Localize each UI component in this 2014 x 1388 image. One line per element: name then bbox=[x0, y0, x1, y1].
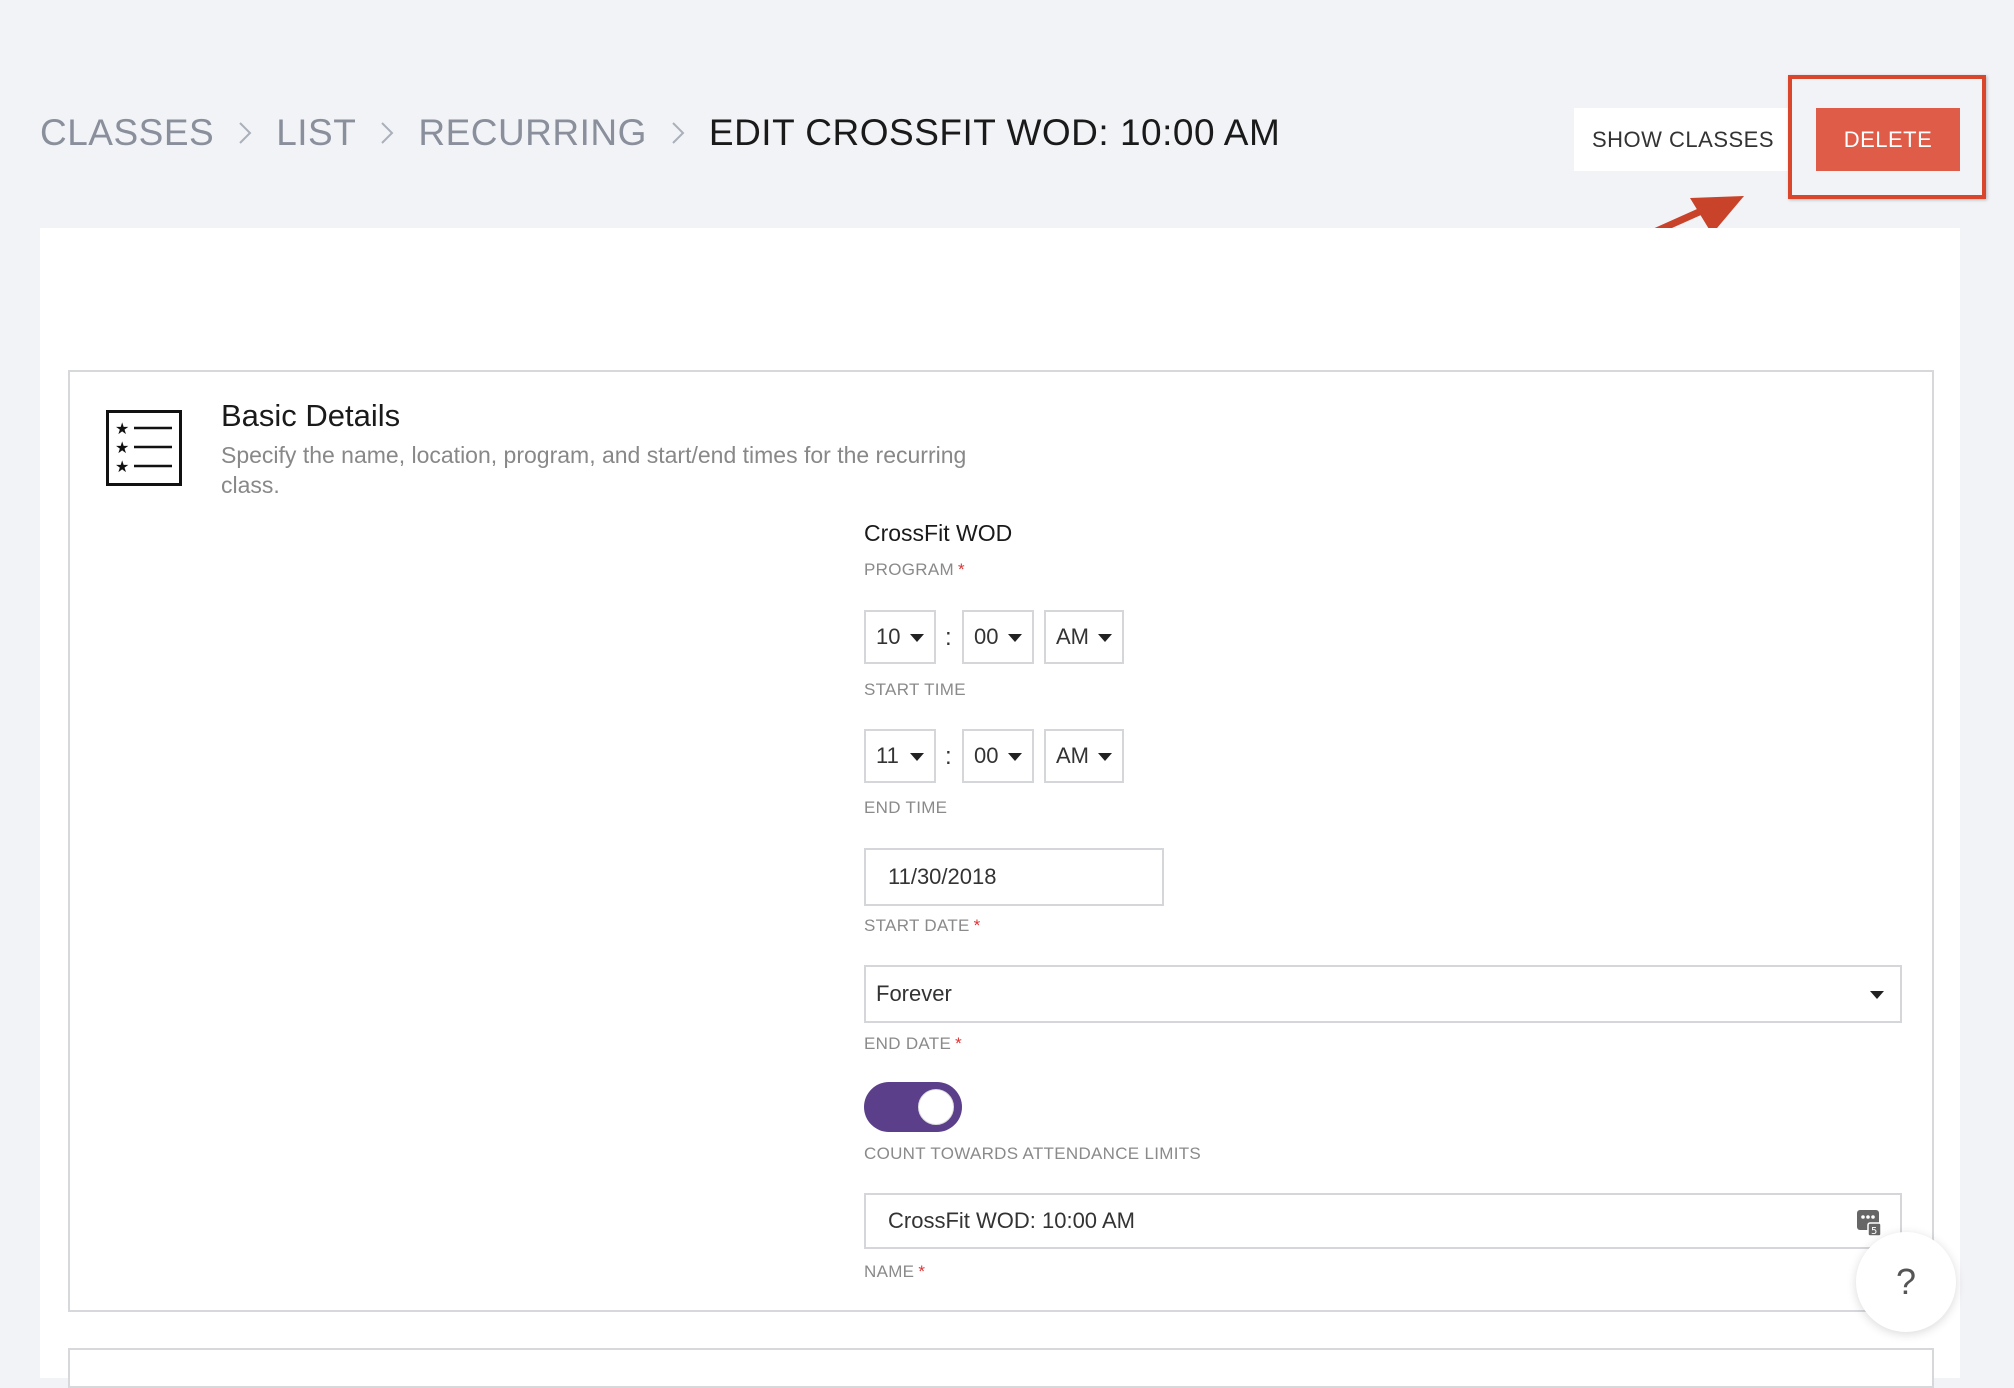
calendar-icon[interactable]: 5 bbox=[1856, 1207, 1882, 1237]
breadcrumb-classes[interactable]: CLASSES bbox=[40, 112, 214, 154]
name-value: CrossFit WOD: 10:00 AM bbox=[888, 1208, 1135, 1233]
program-value[interactable]: CrossFit WOD bbox=[864, 520, 1012, 547]
next-panel bbox=[68, 1348, 1934, 1388]
end-minute-value: 00 bbox=[974, 743, 999, 768]
end-hour-value: 11 bbox=[876, 743, 899, 768]
show-classes-button[interactable]: SHOW CLASSES bbox=[1574, 108, 1792, 171]
annotation-highlight-box bbox=[1788, 75, 1986, 199]
caret-down-icon bbox=[910, 753, 924, 761]
page-title: EDIT CROSSFIT WOD: 10:00 AM bbox=[708, 112, 1281, 153]
chevron-right-icon bbox=[380, 121, 394, 145]
name-label: NAME * bbox=[864, 1262, 926, 1281]
end-date-label: END DATE * bbox=[864, 1034, 963, 1053]
section-description: Specify the name, location, program, and… bbox=[221, 442, 967, 498]
program-label: PROGRAM * bbox=[864, 560, 965, 579]
list-details-icon: ★ ★ ★ bbox=[106, 410, 182, 486]
section-title: Basic Details bbox=[221, 398, 401, 433]
end-ampm-select[interactable]: AM bbox=[1044, 729, 1124, 783]
breadcrumb-list[interactable]: LIST bbox=[276, 112, 356, 154]
time-separator: : bbox=[945, 743, 952, 770]
toggle-knob bbox=[918, 1089, 954, 1125]
start-minute-select[interactable]: 00 bbox=[962, 610, 1034, 664]
chevron-right-icon bbox=[671, 121, 685, 145]
svg-text:★: ★ bbox=[115, 438, 129, 457]
end-date-select[interactable]: Forever bbox=[864, 965, 1902, 1023]
start-time-label: START TIME bbox=[864, 680, 966, 699]
breadcrumb: CLASSES LIST RECURRING EDIT CROSSFIT WOD… bbox=[40, 112, 1280, 154]
attendance-limits-toggle[interactable] bbox=[864, 1082, 962, 1132]
svg-text:★: ★ bbox=[115, 457, 129, 476]
caret-down-icon bbox=[910, 634, 924, 642]
start-date-label: START DATE * bbox=[864, 916, 981, 935]
basic-details-panel bbox=[68, 370, 1934, 1312]
end-hour-select[interactable]: 11 bbox=[864, 729, 936, 783]
end-date-value: Forever bbox=[876, 981, 952, 1006]
end-ampm-value: AM bbox=[1056, 743, 1089, 768]
caret-down-icon bbox=[1008, 753, 1022, 761]
start-ampm-value: AM bbox=[1056, 624, 1089, 649]
time-separator: : bbox=[945, 624, 952, 651]
attendance-limits-label: COUNT TOWARDS ATTENDANCE LIMITS bbox=[864, 1144, 1202, 1163]
end-time-label: END TIME bbox=[864, 798, 948, 817]
breadcrumb-recurring[interactable]: RECURRING bbox=[418, 112, 647, 154]
caret-down-icon bbox=[1870, 991, 1884, 999]
start-ampm-select[interactable]: AM bbox=[1044, 610, 1124, 664]
start-minute-value: 00 bbox=[974, 624, 999, 649]
caret-down-icon bbox=[1098, 634, 1112, 642]
chevron-right-icon bbox=[238, 121, 252, 145]
start-date-input[interactable]: 11/30/2018 bbox=[864, 848, 1164, 906]
help-button[interactable]: ? bbox=[1856, 1232, 1956, 1332]
svg-text:★: ★ bbox=[115, 419, 129, 438]
svg-text:5: 5 bbox=[1871, 1226, 1877, 1237]
caret-down-icon bbox=[1098, 753, 1112, 761]
start-hour-select[interactable]: 10 bbox=[864, 610, 936, 664]
start-date-value: 11/30/2018 bbox=[888, 864, 997, 889]
name-input[interactable]: CrossFit WOD: 10:00 AM 5 bbox=[864, 1193, 1902, 1249]
end-minute-select[interactable]: 00 bbox=[962, 729, 1034, 783]
caret-down-icon bbox=[1008, 634, 1022, 642]
start-hour-value: 10 bbox=[876, 624, 901, 649]
